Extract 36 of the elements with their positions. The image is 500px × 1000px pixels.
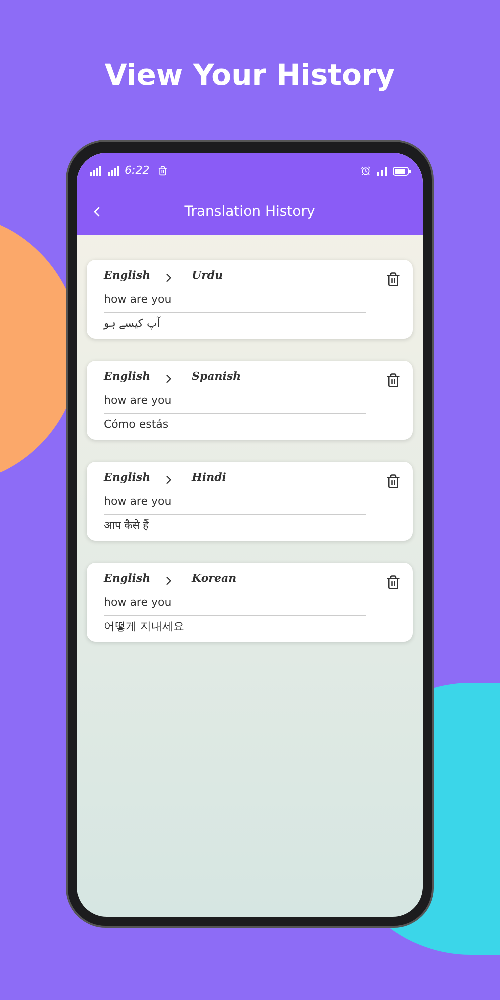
alarm-icon bbox=[361, 166, 371, 176]
status-time: 6:22 bbox=[125, 163, 150, 179]
history-card[interactable]: English Hindi how are you आप कैसे हैं bbox=[87, 462, 413, 541]
target-language: Korean bbox=[192, 570, 237, 587]
history-card[interactable]: English Spanish how are you Cómo estás bbox=[87, 361, 413, 440]
delete-button[interactable] bbox=[386, 373, 401, 388]
signal-icon bbox=[377, 166, 387, 176]
delete-icon bbox=[386, 373, 401, 388]
translated-text: آپ کیسے ہو bbox=[104, 316, 162, 332]
delete-icon bbox=[386, 474, 401, 489]
source-text: how are you bbox=[104, 494, 366, 514]
signal-icon bbox=[107, 166, 121, 176]
source-language: English bbox=[104, 570, 152, 587]
source-text: how are you bbox=[104, 393, 366, 414]
header-title: Translation History bbox=[184, 202, 316, 222]
signal-icon bbox=[89, 166, 103, 176]
target-language: Urdu bbox=[192, 268, 224, 284]
translated-text: आप कैसे हैं bbox=[104, 518, 150, 534]
delete-button[interactable] bbox=[386, 272, 401, 287]
trash-icon bbox=[158, 166, 168, 176]
source-language: English bbox=[104, 470, 152, 486]
delete-button[interactable] bbox=[386, 474, 401, 489]
history-card[interactable]: English Korean how are you 어떻게 지내세요 bbox=[87, 563, 413, 642]
translated-text: Cómo estás bbox=[104, 416, 170, 432]
target-language: Hindi bbox=[192, 470, 226, 486]
delete-icon bbox=[386, 575, 401, 590]
source-text: how are you bbox=[104, 595, 366, 616]
translated-text: 어떻게 지내세요 bbox=[104, 618, 186, 634]
target-language: Spanish bbox=[192, 368, 242, 385]
source-text: how are you bbox=[104, 292, 366, 312]
delete-icon bbox=[386, 272, 401, 287]
headline: View Your History bbox=[104, 57, 396, 94]
source-language: English bbox=[104, 268, 152, 284]
delete-button[interactable] bbox=[386, 575, 401, 590]
battery-icon bbox=[393, 166, 411, 176]
source-language: English bbox=[104, 368, 152, 385]
